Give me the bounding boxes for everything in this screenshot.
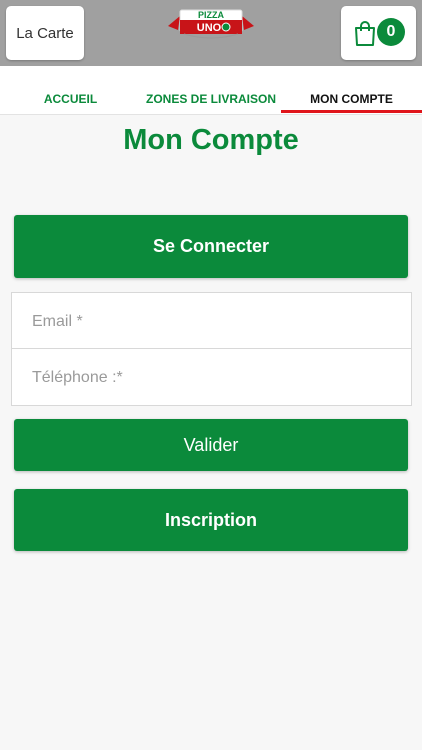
top-bar: La Carte PIZZA UNO 0 [0, 0, 422, 66]
se-connecter-button[interactable]: Se Connecter [14, 215, 408, 278]
email-field[interactable] [30, 293, 394, 350]
login-form [11, 292, 412, 406]
la-carte-button[interactable]: La Carte [6, 6, 84, 60]
email-field-row [12, 293, 411, 350]
pizza-uno-logo[interactable]: PIZZA UNO [166, 6, 256, 42]
cart-count: 0 [386, 23, 396, 40]
tab-zones-label: ZONES DE LIVRAISON [145, 92, 276, 106]
logo-text-bottom: UNO [197, 22, 222, 34]
valider-button[interactable]: Valider [14, 419, 408, 471]
cart-button[interactable]: 0 [341, 6, 416, 60]
phone-field-row [12, 349, 411, 406]
page-title: Mon Compte [123, 124, 299, 156]
la-carte-label: La Carte [16, 24, 74, 42]
tab-zones-de-livraison[interactable]: ZONES DE LIVRAISON [141, 92, 281, 106]
tab-accueil-label: ACCUEIL [43, 92, 98, 106]
tab-mon-compte-label: MON COMPTE [310, 92, 393, 106]
nav-tabs: ACCUEIL ZONES DE LIVRAISON MON COMPTE [0, 66, 422, 115]
valider-label: Valider [183, 434, 239, 455]
cart-count-badge: 0 [377, 18, 405, 46]
shopping-bag-icon [355, 21, 375, 46]
tab-mon-compte[interactable]: MON COMPTE [281, 92, 422, 106]
phone-field[interactable] [30, 349, 394, 406]
inscription-button[interactable]: Inscription [14, 489, 408, 551]
se-connecter-label: Se Connecter [152, 236, 270, 256]
inscription-label: Inscription [164, 509, 257, 530]
logo-text-top: PIZZA [198, 10, 224, 20]
active-tab-indicator [281, 110, 422, 113]
tab-accueil[interactable]: ACCUEIL [0, 92, 141, 106]
